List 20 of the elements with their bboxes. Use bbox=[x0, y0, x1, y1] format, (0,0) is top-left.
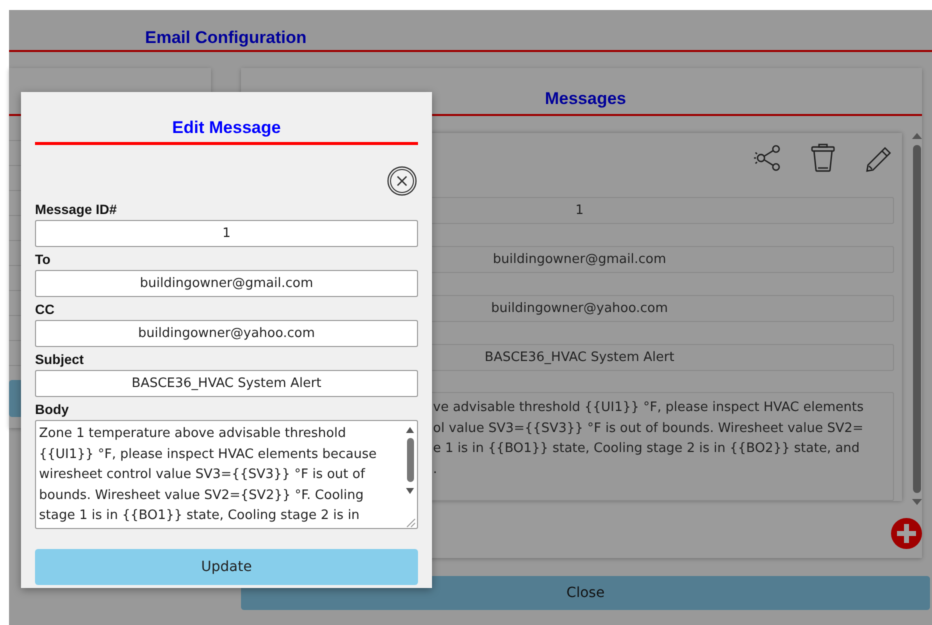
close-button[interactable]: Close bbox=[241, 576, 930, 610]
dialog-title: Edit Message bbox=[172, 118, 281, 138]
field-label: Message ID# bbox=[35, 202, 117, 219]
input-field[interactable]: buildingowner@gmail.com bbox=[35, 270, 418, 297]
add-icon[interactable] bbox=[891, 518, 922, 549]
input-field[interactable]: 1 bbox=[35, 220, 418, 247]
share-icon[interactable] bbox=[752, 143, 782, 173]
close-icon[interactable] bbox=[387, 166, 417, 196]
field-label: Body bbox=[35, 402, 69, 419]
page-title: Email Configuration bbox=[145, 28, 306, 48]
field-label: Subject bbox=[35, 352, 84, 369]
field-label: CC bbox=[35, 302, 54, 319]
panel-title: Messages bbox=[544, 89, 626, 109]
body-field[interactable]: Zone 1 temperature above advisable threshold {{UI1}} °F, please inspect HVAC elements because wiresheet control value SV3={{SV3}} °F is out of bounds. Wiresheet value SV2={SV2}} °F. Cooling stage 1 is in {{BO1}} state, Cooling stage 2 is in bbox=[35, 420, 418, 529]
field-label: To bbox=[35, 252, 50, 269]
update-button[interactable]: Update bbox=[35, 549, 418, 585]
input-field[interactable]: buildingowner@yahoo.com bbox=[35, 320, 418, 347]
input-field[interactable]: BASCE36_HVAC System Alert bbox=[35, 370, 418, 397]
scrollbar[interactable] bbox=[912, 133, 922, 505]
resize-grip-icon[interactable] bbox=[404, 516, 416, 528]
